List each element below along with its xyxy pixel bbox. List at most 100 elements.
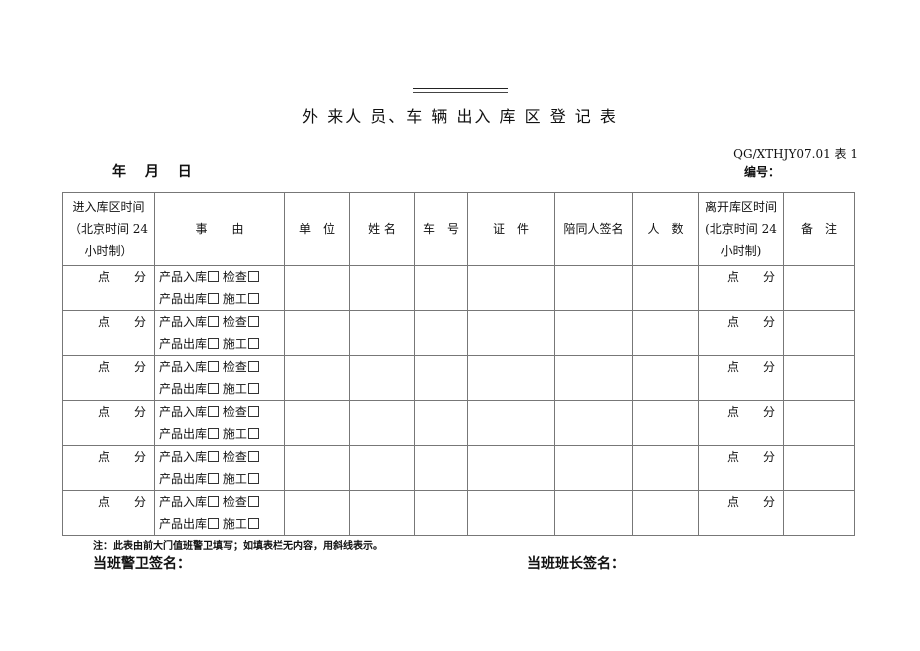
checkbox-outbound[interactable] <box>208 473 220 484</box>
escort-cell[interactable] <box>554 445 633 491</box>
checkbox-inspection[interactable] <box>247 271 259 282</box>
entry-time-cell[interactable]: 点 分 <box>62 445 155 491</box>
reason-construction-label: 施工 <box>222 292 247 306</box>
checkbox-outbound[interactable] <box>208 428 220 439</box>
checkbox-inspection[interactable] <box>247 316 259 327</box>
plate-cell[interactable] <box>414 355 468 401</box>
escort-cell[interactable] <box>554 310 633 356</box>
plate-cell[interactable] <box>414 265 468 311</box>
registration-table: 进入库区时间（北京时间 24 小时制） 事 由 单 位 姓 名 车 号 证 件 … <box>62 192 855 536</box>
escort-cell[interactable] <box>554 355 633 401</box>
unit-cell[interactable] <box>284 490 350 536</box>
checkbox-outbound[interactable] <box>208 338 220 349</box>
exit-time-cell[interactable]: 点 分 <box>698 310 784 356</box>
header-row: 进入库区时间（北京时间 24 小时制） 事 由 单 位 姓 名 车 号 证 件 … <box>62 192 855 266</box>
checkbox-inspection[interactable] <box>247 451 259 462</box>
footnote: 注：此表由前大门值班警卫填写；如填表栏无内容，用斜线表示。 <box>93 541 383 552</box>
reason-construction-label: 施工 <box>222 427 247 441</box>
exit-time-cell[interactable]: 点 分 <box>698 265 784 311</box>
entry-time-cell[interactable]: 点 分 <box>62 400 155 446</box>
checkbox-inbound[interactable] <box>208 316 220 327</box>
remarks-cell[interactable] <box>783 490 855 536</box>
id-cell[interactable] <box>467 445 555 491</box>
remarks-cell[interactable] <box>783 355 855 401</box>
plate-cell[interactable] <box>414 445 468 491</box>
id-cell[interactable] <box>467 400 555 446</box>
name-cell[interactable] <box>349 355 415 401</box>
serial-number-label: 编号： <box>744 165 781 179</box>
reason-outbound-label: 产品出库 <box>159 382 208 396</box>
entry-time-cell[interactable]: 点 分 <box>62 490 155 536</box>
remarks-cell[interactable] <box>783 310 855 356</box>
checkbox-inbound[interactable] <box>208 271 220 282</box>
name-cell[interactable] <box>349 400 415 446</box>
checkbox-construction[interactable] <box>247 473 259 484</box>
remarks-cell[interactable] <box>783 265 855 311</box>
entry-time-cell[interactable]: 点 分 <box>62 265 155 311</box>
checkbox-outbound[interactable] <box>208 383 220 394</box>
checkbox-outbound[interactable] <box>208 518 220 529</box>
escort-cell[interactable] <box>554 400 633 446</box>
checkbox-inbound[interactable] <box>208 406 220 417</box>
checkbox-outbound[interactable] <box>208 293 220 304</box>
checkbox-inbound[interactable] <box>208 451 220 462</box>
checkbox-inspection[interactable] <box>247 361 259 372</box>
escort-cell[interactable] <box>554 265 633 311</box>
id-cell[interactable] <box>467 355 555 401</box>
unit-cell[interactable] <box>284 265 350 311</box>
name-cell[interactable] <box>349 445 415 491</box>
unit-cell[interactable] <box>284 445 350 491</box>
name-cell[interactable] <box>349 265 415 311</box>
count-cell[interactable] <box>632 355 699 401</box>
exit-time-text: 点 分 <box>726 270 775 284</box>
checkbox-construction[interactable] <box>247 293 259 304</box>
unit-cell[interactable] <box>284 310 350 356</box>
checkbox-construction[interactable] <box>247 383 259 394</box>
entry-time-cell[interactable]: 点 分 <box>62 355 155 401</box>
name-cell[interactable] <box>349 310 415 356</box>
header-entry-time: 进入库区时间（北京时间 24 小时制） <box>62 192 155 266</box>
checkbox-inbound[interactable] <box>208 361 220 372</box>
escort-cell[interactable] <box>554 490 633 536</box>
exit-time-cell[interactable]: 点 分 <box>698 355 784 401</box>
reason-cell: 产品入库 检查 产品出库 施工 <box>154 310 285 356</box>
checkbox-inspection[interactable] <box>247 406 259 417</box>
plate-cell[interactable] <box>414 310 468 356</box>
unit-cell[interactable] <box>284 400 350 446</box>
name-cell[interactable] <box>349 490 415 536</box>
table-row: 点 分 产品入库 检查 产品出库 施工 点 分 <box>62 310 855 356</box>
reason-cell: 产品入库 检查 产品出库 施工 <box>154 445 285 491</box>
reason-outbound-label: 产品出库 <box>159 472 208 486</box>
reason-inspection-label: 检查 <box>222 315 247 329</box>
checkbox-inspection[interactable] <box>247 496 259 507</box>
id-cell[interactable] <box>467 265 555 311</box>
checkbox-inbound[interactable] <box>208 496 220 507</box>
exit-time-text: 点 分 <box>726 450 775 464</box>
count-cell[interactable] <box>632 400 699 446</box>
reason-inbound-label: 产品入库 <box>159 315 208 329</box>
checkbox-construction[interactable] <box>247 428 259 439</box>
id-cell[interactable] <box>467 490 555 536</box>
exit-time-cell[interactable]: 点 分 <box>698 490 784 536</box>
id-cell[interactable] <box>467 310 555 356</box>
plate-cell[interactable] <box>414 490 468 536</box>
exit-time-cell[interactable]: 点 分 <box>698 445 784 491</box>
remarks-cell[interactable] <box>783 445 855 491</box>
plate-cell[interactable] <box>414 400 468 446</box>
unit-cell[interactable] <box>284 355 350 401</box>
reason-cell: 产品入库 检查 产品出库 施工 <box>154 355 285 401</box>
table-row: 点 分 产品入库 检查 产品出库 施工 点 分 <box>62 400 855 446</box>
count-cell[interactable] <box>632 310 699 356</box>
entry-time-cell[interactable]: 点 分 <box>62 310 155 356</box>
checkbox-construction[interactable] <box>247 518 259 529</box>
exit-time-text: 点 分 <box>726 360 775 374</box>
count-cell[interactable] <box>632 265 699 311</box>
exit-time-cell[interactable]: 点 分 <box>698 400 784 446</box>
count-cell[interactable] <box>632 445 699 491</box>
checkbox-construction[interactable] <box>247 338 259 349</box>
reason-construction-label: 施工 <box>222 472 247 486</box>
remarks-cell[interactable] <box>783 400 855 446</box>
count-cell[interactable] <box>632 490 699 536</box>
date-field: 年 月 日 <box>112 164 192 180</box>
reason-inspection-label: 检查 <box>222 405 247 419</box>
